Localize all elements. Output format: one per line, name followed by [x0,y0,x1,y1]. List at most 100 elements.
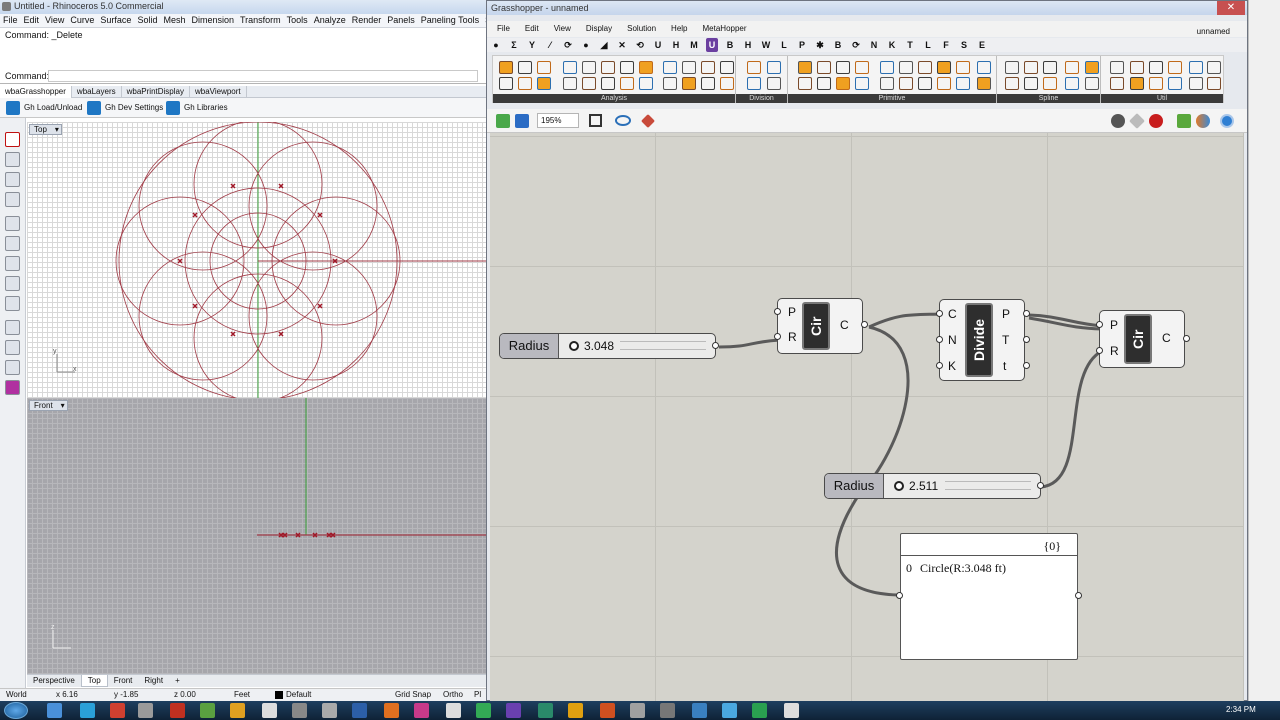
taskbar-app-icon[interactable] [110,703,125,718]
ribbon-component-icon[interactable] [518,61,532,74]
taskbar-app-icon[interactable] [476,703,491,718]
start-button[interactable] [4,702,28,719]
gh-menu-edit[interactable]: Edit [515,21,544,33]
ribbon-component-icon[interactable] [1110,77,1124,90]
ribbon-component-icon[interactable] [817,77,831,90]
ribbon-component-icon[interactable] [937,77,951,90]
ribbon-component-icon[interactable] [767,77,781,90]
circle-2-port-r[interactable] [1096,347,1103,354]
menu-paneling-tools[interactable]: Paneling Tools [418,14,482,25]
gh-menu-view[interactable]: View [544,21,576,33]
taskbar-clock[interactable]: 2:34 PM [1226,705,1256,714]
gh-tab-b2[interactable]: B [829,38,847,52]
ribbon-component-icon[interactable] [1005,61,1019,74]
ribbon-component-icon[interactable] [1085,61,1099,74]
slider-1-output-port[interactable] [712,342,719,349]
ribbon-component-icon[interactable] [747,77,761,90]
viewport-top[interactable]: Top y x [27,122,486,398]
viewport-front-label[interactable]: Front [29,400,68,411]
status-cplane[interactable]: World [6,690,27,699]
gh-tab-s[interactable]: S [955,38,973,52]
tab-wbaviewport[interactable]: wbaViewport [190,86,247,98]
gh-tab-w[interactable]: W [757,38,775,52]
ribbon-component-icon[interactable] [956,61,970,74]
shaded-preview-icon[interactable] [1149,114,1163,128]
ribbon-component-icon[interactable] [880,61,894,74]
gh-tab-intersect[interactable]: ✕ [613,38,631,52]
taskbar-app-icon[interactable] [630,703,645,718]
ribbon-component-icon[interactable] [682,61,696,74]
radius-slider-1[interactable]: Radius 3.048 [499,333,719,359]
ribbon-component-icon[interactable] [1065,61,1079,74]
viewport-top-label[interactable]: Top [29,124,62,135]
tab-wbaprintdisplay[interactable]: wbaPrintDisplay [122,86,190,98]
ribbon-component-icon[interactable] [918,61,932,74]
menu-analyze[interactable]: Analyze [311,14,349,25]
ribbon-component-icon[interactable] [499,61,513,74]
tool-array-icon[interactable] [5,340,20,355]
circle-1-port-r[interactable] [774,333,781,340]
ribbon-component-icon[interactable] [563,61,577,74]
taskbar-app-icon[interactable] [538,703,553,718]
gh-tab-l1[interactable]: L [775,38,793,52]
menu-view[interactable]: View [42,14,67,25]
taskbar-app-icon[interactable] [80,703,95,718]
ribbon-component-icon[interactable] [899,77,913,90]
panel-output-port[interactable] [1075,592,1082,599]
ribbon-component-icon[interactable] [582,77,596,90]
status-ortho[interactable]: Ortho [443,690,463,699]
taskbar-app-icon[interactable] [230,703,245,718]
vp-tab-perspective[interactable]: Perspective [27,675,81,687]
tool-point-icon[interactable] [5,192,20,207]
ribbon-component-icon[interactable] [639,61,653,74]
menu-surface[interactable]: Surface [97,14,134,25]
tool-solid-icon[interactable] [5,256,20,271]
circle-2-port-p[interactable] [1096,321,1103,328]
tool-analyze-icon[interactable] [5,360,20,375]
wireframe-icon[interactable] [1129,113,1145,129]
ribbon-component-icon[interactable] [1130,61,1144,74]
status-planar[interactable]: Pl [474,690,481,699]
ribbon-component-icon[interactable] [855,61,869,74]
tool-line-icon[interactable] [5,216,20,231]
radius-slider-2[interactable]: Radius 2.511 [824,473,1044,499]
ribbon-component-icon[interactable] [1110,61,1124,74]
gh-tab-vector[interactable]: ⁄ [541,38,559,52]
divide-port-tparam[interactable] [1023,362,1030,369]
gh-tab-sets[interactable]: Y [523,38,541,52]
tool-circle-icon[interactable] [5,172,20,187]
save-file-icon[interactable] [515,114,529,128]
ribbon-component-icon[interactable] [1024,61,1038,74]
menu-curve[interactable]: Curve [67,14,97,25]
panel-component[interactable]: {0} 0 Circle(R:3.048 ft) [896,533,1082,660]
menu-transform[interactable]: Transform [237,14,284,25]
circle-2-port-c[interactable] [1183,335,1190,342]
ribbon-component-icon[interactable] [720,77,734,90]
ribbon-component-icon[interactable] [563,77,577,90]
taskbar-app-icon[interactable] [262,703,277,718]
gh-tab-k[interactable]: K [883,38,901,52]
gh-dev-settings-button[interactable]: Gh Dev Settings [87,100,163,116]
ribbon-component-icon[interactable] [1207,61,1221,74]
menu-edit[interactable]: Edit [21,14,43,25]
open-file-icon[interactable] [496,114,510,128]
ribbon-component-icon[interactable] [682,77,696,90]
panel-input-port[interactable] [896,592,903,599]
gh-menu-solution[interactable]: Solution [617,21,661,33]
taskbar-app-icon[interactable] [568,703,583,718]
ribbon-component-icon[interactable] [620,77,634,90]
tab-wbagrasshopper[interactable]: wbaGrasshopper [0,86,72,98]
divide-curve-component[interactable]: Divide C N K P T t [936,299,1030,381]
bake-icon[interactable] [1177,114,1191,128]
slider-2-output-port[interactable] [1037,482,1044,489]
canvas-settings-icon[interactable] [1220,114,1234,128]
sketch-pen-icon[interactable] [641,114,655,128]
ribbon-component-icon[interactable] [639,77,653,90]
taskbar-app-icon[interactable] [506,703,521,718]
vp-tab-add[interactable]: + [169,675,186,687]
gh-menu-display[interactable]: Display [576,21,617,33]
gh-tab-transform[interactable]: ⟲ [631,38,649,52]
gh-tab-n[interactable]: N [865,38,883,52]
gh-menu-help[interactable]: Help [661,21,692,33]
taskbar-app-icon[interactable] [384,703,399,718]
